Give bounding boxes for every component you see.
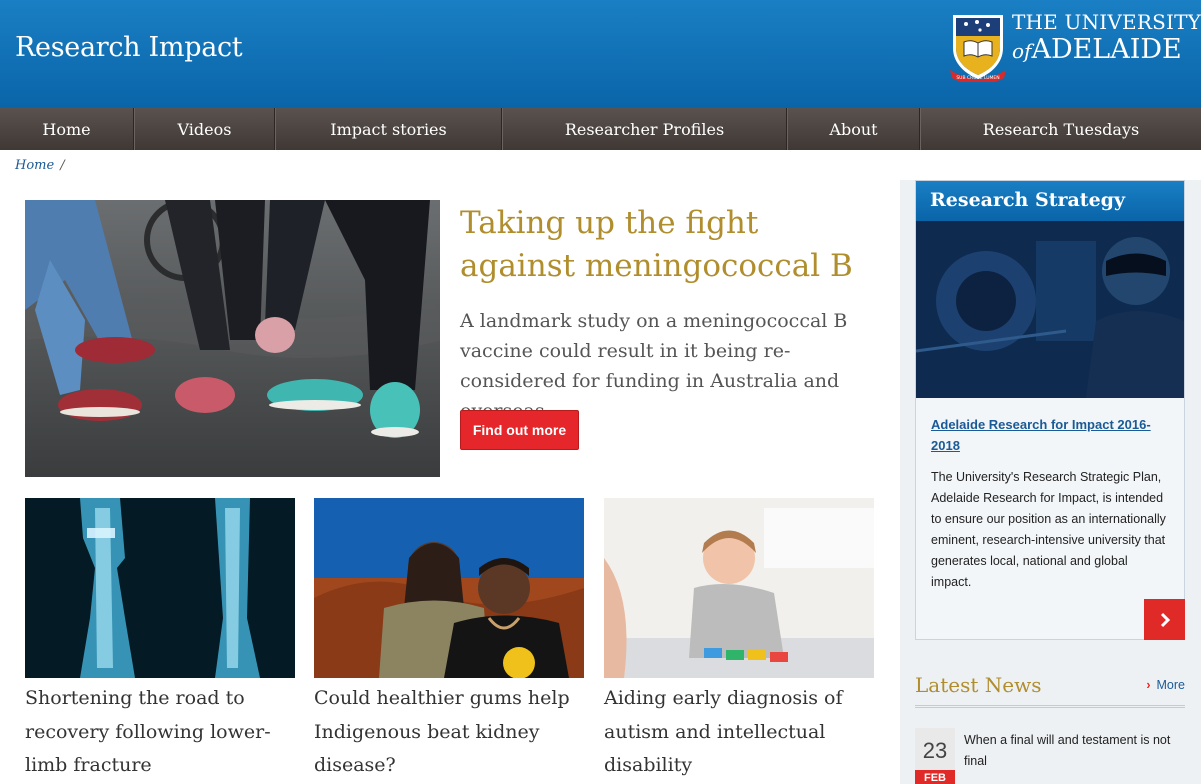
nav-item-impact-stories[interactable]: Impact stories [275,108,502,150]
university-logo[interactable]: SUB CRUCE LUMEN THE UNIVERSITY ofADELAID… [950,10,1201,86]
news-date: 23 FEB [915,728,955,784]
main-nav: Home Videos Impact stories Researcher Pr… [0,108,1201,150]
card-title[interactable]: Could healthier gums help Indigenous bea… [314,682,584,783]
nav-item-researcher-profiles[interactable]: Researcher Profiles [502,108,787,150]
story-card[interactable]: Could healthier gums help Indigenous bea… [314,498,584,783]
strategy-image-researcher[interactable] [916,221,1184,398]
story-card[interactable]: Shortening the road to recovery followin… [25,498,295,783]
site-title[interactable]: Research Impact [15,32,243,63]
card-image-xray[interactable] [25,498,295,678]
university-name-line1: THE UNIVERSITY [1012,10,1201,34]
breadcrumb-separator: / [60,158,65,173]
feature-title[interactable]: Taking up the fight against meningococca… [460,202,880,288]
nav-item-videos[interactable]: Videos [134,108,275,150]
news-item-title[interactable]: When a final will and testament is not f… [964,730,1185,772]
story-card[interactable]: Aiding early diagnosis of autism and int… [604,498,874,783]
news-more-link[interactable]: › More [1146,678,1185,692]
crest-motto: SUB CRUCE LUMEN [956,75,999,81]
news-date-month: FEB [915,770,955,784]
card-image-child[interactable] [604,498,874,678]
chevron-right-icon: › [1146,678,1151,692]
card-title[interactable]: Aiding early diagnosis of autism and int… [604,682,874,783]
card-title[interactable]: Shortening the road to recovery followin… [25,682,295,783]
arrow-right-icon[interactable] [1144,599,1185,640]
nav-item-research-tuesdays[interactable]: Research Tuesdays [920,108,1201,150]
adelaide-research-link[interactable]: Adelaide Research for Impact 2016-2018 [931,414,1169,456]
find-out-more-button[interactable]: Find out more [460,410,579,450]
latest-news-heading: Latest News [915,673,1042,697]
news-date-day: 23 [922,738,948,763]
news-more-label: More [1156,678,1185,692]
latest-news-header: Latest News › More [915,670,1185,708]
site-header: Research Impact SUB CRUCE LUMEN THE UNIV… [0,0,1201,108]
research-strategy-box: Research Strategy Adelaide Research for … [915,180,1185,640]
feature-image-sneakers[interactable] [25,200,440,477]
university-crest-icon: SUB CRUCE LUMEN [950,15,1006,82]
university-name: THE UNIVERSITY ofADELAIDE [1012,12,1201,63]
nav-item-about[interactable]: About [787,108,920,150]
research-strategy-heading: Research Strategy [916,181,1184,221]
news-item[interactable]: 23 FEB When a final will and testament i… [915,728,1185,784]
breadcrumb-home-link[interactable]: Home [15,158,54,173]
card-image-indigenous-men[interactable] [314,498,584,678]
nav-item-home[interactable]: Home [0,108,134,150]
research-strategy-text: The University's Research Strategic Plan… [931,470,1166,589]
university-name-line2: ADELAIDE [1031,34,1182,65]
feature-description: A landmark study on a meningococcal B va… [460,310,848,422]
university-name-of: of [1012,39,1032,63]
breadcrumb: Home / [0,150,1201,180]
